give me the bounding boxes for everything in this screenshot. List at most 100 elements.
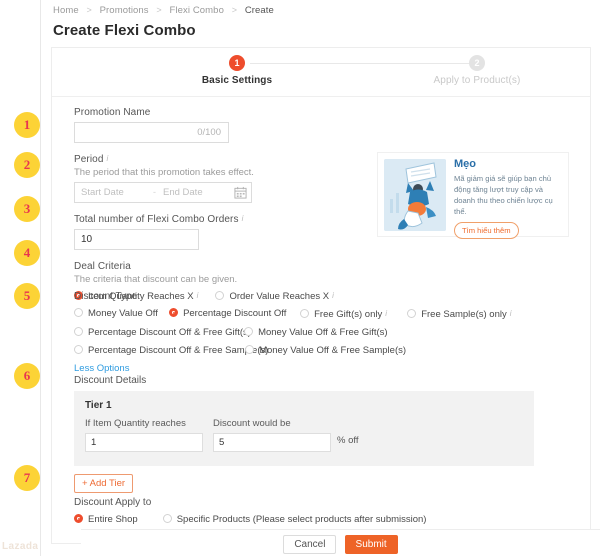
radio-money-value-off-free-samples[interactable]: Money Value Off & Free Sample(s) xyxy=(245,344,445,357)
radio-entire-shop[interactable]: Entire Shop xyxy=(74,513,138,526)
stepper-step-2-number: 2 xyxy=(469,55,485,71)
radio-dot xyxy=(74,308,83,317)
radio-dot xyxy=(169,308,178,317)
form-body: Promotion Name 0/100 Periodi The period … xyxy=(52,97,590,543)
tip-card: Mẹo Mã giảm giá sẽ giúp bạn chủ động tăn… xyxy=(377,152,569,237)
tip-learn-more-button[interactable]: Tìm hiểu thêm xyxy=(454,222,519,239)
radio-money-value-off[interactable]: Money Value Off xyxy=(74,307,166,320)
watermark: Lazada xyxy=(2,541,38,552)
info-icon[interactable]: i xyxy=(510,307,512,320)
total-orders-label-text: Total number of Flexi Combo Orders xyxy=(74,214,239,225)
radio-label: Percentage Discount Off & Free Gift(s) xyxy=(88,327,251,338)
form-footer: Cancel Submit xyxy=(81,529,600,556)
total-orders-label: Total number of Flexi Combo Ordersi xyxy=(74,214,384,225)
radio-percentage-discount-off[interactable]: Percentage Discount Off xyxy=(169,307,297,320)
discount-type-section: Discount Type Money Value Off Percentage… xyxy=(74,291,566,374)
discount-type-options: Money Value Off Percentage Discount Off … xyxy=(74,307,566,362)
promotion-name-field: Promotion Name 0/100 xyxy=(74,107,384,143)
tier-quantity-value: 1 xyxy=(91,437,96,448)
annotation-badge-3: 3 xyxy=(14,196,40,222)
info-icon[interactable]: i xyxy=(107,154,109,163)
less-options-link[interactable]: Less Options xyxy=(74,363,129,374)
promotion-name-counter: 0/100 xyxy=(197,127,221,138)
radio-dot xyxy=(407,309,416,318)
breadcrumb-item-home[interactable]: Home xyxy=(53,5,79,16)
period-label: Periodi xyxy=(74,154,384,165)
radio-label: Percentage Discount Off & Free Sample(s) xyxy=(88,345,268,356)
breadcrumb-item-create: Create xyxy=(245,5,274,16)
cancel-button[interactable]: Cancel xyxy=(283,535,336,554)
form-card: 1 Basic Settings 2 Apply to Product(s) P… xyxy=(51,47,591,544)
tier-discount-label: Discount would be xyxy=(213,418,331,429)
radio-money-value-off-free-gifts[interactable]: Money Value Off & Free Gift(s) xyxy=(244,326,401,339)
stepper-step-1-number: 1 xyxy=(229,55,245,71)
total-orders-value: 10 xyxy=(81,234,92,245)
annotation-badge-6: 6 xyxy=(14,363,40,389)
breadcrumb-item-flexi-combo[interactable]: Flexi Combo xyxy=(170,5,224,16)
discount-details-section: Discount Details Tier 1 If Item Quantity… xyxy=(74,375,534,493)
total-orders-input[interactable]: 10 xyxy=(74,229,199,250)
calendar-icon[interactable] xyxy=(234,186,247,199)
radio-percentage-discount-off-free-samples[interactable]: Percentage Discount Off & Free Sample(s) xyxy=(74,344,242,357)
radio-free-samples-only[interactable]: Free Sample(s) onlyi xyxy=(407,307,527,321)
annotation-badge-5: 5 xyxy=(14,283,40,309)
end-date-placeholder: End Date xyxy=(163,187,203,198)
annotation-badge-4: 4 xyxy=(14,240,40,266)
tier-fields: If Item Quantity reaches 1 Discount woul… xyxy=(85,418,523,454)
radio-dot xyxy=(74,514,83,523)
tier-discount-value: 5 xyxy=(219,437,224,448)
radio-dot xyxy=(245,345,254,354)
stepper-step-1-label: Basic Settings xyxy=(167,75,307,86)
annotation-badge-2: 2 xyxy=(14,152,40,178)
tier-quantity-label: If Item Quantity reaches xyxy=(85,418,203,429)
promotion-name-input[interactable]: 0/100 xyxy=(74,122,229,143)
breadcrumb: Home > Promotions > Flexi Combo > Create xyxy=(41,0,600,16)
start-date-placeholder: Start Date xyxy=(81,187,124,198)
date-separator: - xyxy=(153,187,156,197)
radio-label: Entire Shop xyxy=(88,514,138,525)
radio-free-gifts-only[interactable]: Free Gift(s) onlyi xyxy=(300,307,404,321)
tip-content: Mẹo Mã giảm giá sẽ giúp bạn chủ động tăn… xyxy=(454,158,564,239)
tier-discount-input[interactable]: 5 xyxy=(213,433,331,452)
total-orders-field: Total number of Flexi Combo Ordersi 10 xyxy=(74,214,384,250)
breadcrumb-separator: > xyxy=(87,5,92,15)
tier-discount-field: Discount would be 5 xyxy=(213,418,331,452)
stepper-step-basic-settings[interactable]: 1 Basic Settings xyxy=(167,55,307,86)
person-on-rocket-icon xyxy=(384,159,446,231)
radio-label: Free Gift(s) only xyxy=(314,309,382,320)
submit-button[interactable]: Submit xyxy=(345,535,398,554)
radio-label: Money Value Off & Free Sample(s) xyxy=(259,345,406,356)
tier-quantity-input[interactable]: 1 xyxy=(85,433,203,452)
radio-label: Percentage Discount Off xyxy=(183,308,286,319)
tier-panel: Tier 1 If Item Quantity reaches 1 Discou… xyxy=(74,391,534,466)
radio-label: Free Sample(s) only xyxy=(421,309,507,320)
breadcrumb-item-promotions[interactable]: Promotions xyxy=(100,5,149,16)
info-icon[interactable]: i xyxy=(242,214,244,223)
add-tier-button[interactable]: + Add Tier xyxy=(74,474,133,493)
radio-dot xyxy=(300,309,309,318)
radio-percentage-discount-off-free-gifts[interactable]: Percentage Discount Off & Free Gift(s) xyxy=(74,326,241,339)
info-icon[interactable]: i xyxy=(385,307,387,320)
page-title: Create Flexi Combo xyxy=(41,16,600,39)
radio-label: Specific Products (Please select product… xyxy=(177,514,427,525)
period-daterange-input[interactable]: Start Date - End Date xyxy=(74,182,252,203)
period-field: Periodi The period that this promotion t… xyxy=(74,154,384,203)
tier-quantity-field: If Item Quantity reaches 1 xyxy=(85,418,203,452)
radio-label: Money Value Off & Free Gift(s) xyxy=(258,327,388,338)
tip-body: Mã giảm giá sẽ giúp bạn chủ động tăng lư… xyxy=(454,173,564,217)
stepper-step-apply-to-products[interactable]: 2 Apply to Product(s) xyxy=(407,55,547,86)
page-container: Home > Promotions > Flexi Combo > Create… xyxy=(40,0,600,556)
breadcrumb-separator: > xyxy=(156,5,161,15)
tier-discount-unit: % off xyxy=(337,435,358,446)
deal-criteria-label: Deal Criteria xyxy=(74,261,384,272)
period-description: The period that this promotion takes eff… xyxy=(74,167,384,178)
basic-settings-form: Promotion Name 0/100 Periodi The period … xyxy=(74,107,384,319)
tip-illustration xyxy=(384,159,446,231)
promotion-name-label: Promotion Name xyxy=(74,107,384,118)
deal-criteria-description: The criteria that discount can be given. xyxy=(74,274,384,285)
discount-details-label: Discount Details xyxy=(74,375,534,386)
stepper-step-2-label: Apply to Product(s) xyxy=(407,75,547,86)
annotation-badge-7: 7 xyxy=(14,465,40,491)
radio-specific-products[interactable]: Specific Products (Please select product… xyxy=(163,513,427,526)
radio-dot xyxy=(244,327,253,336)
